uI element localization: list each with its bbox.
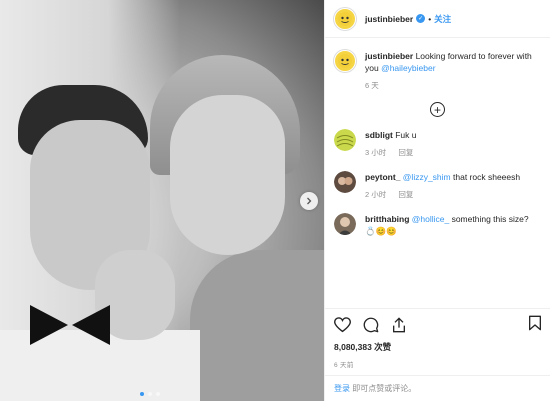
commenter-avatar[interactable] xyxy=(334,213,356,235)
comment-username[interactable]: peytont_ xyxy=(365,172,400,182)
author-avatar[interactable] xyxy=(334,7,356,30)
commenter-avatar-icon xyxy=(334,213,356,235)
post-side-panel: justinbieber ✓ • 关注 justinbieber Looking… xyxy=(324,0,550,401)
action-icons xyxy=(334,313,542,337)
caption-mention[interactable]: @haileybieber xyxy=(381,63,435,73)
caption-username[interactable]: justinbieber xyxy=(365,51,413,61)
bookmark-icon[interactable] xyxy=(528,315,542,331)
carousel-dot-active xyxy=(140,392,144,396)
reply-button[interactable]: 回复 xyxy=(398,148,413,157)
post-actions: 8,080,383 次赞 6 天前 xyxy=(325,308,550,369)
post-photo[interactable] xyxy=(0,0,324,401)
header-separator: • xyxy=(428,13,432,24)
verified-badge-icon: ✓ xyxy=(416,14,426,23)
comment-age[interactable]: 3 小时 xyxy=(365,148,386,157)
post-header: justinbieber ✓ • 关注 xyxy=(325,0,550,38)
commenter-avatar[interactable] xyxy=(334,171,356,193)
share-icon[interactable] xyxy=(391,317,407,333)
follow-button[interactable]: 关注 xyxy=(434,13,451,25)
login-prompt-text: 即可点赞或评论。 xyxy=(352,384,417,393)
caption-body: justinbieber Looking forward to forever … xyxy=(365,50,541,92)
author-avatar-icon xyxy=(338,11,352,26)
photo-shoulder xyxy=(190,250,324,401)
plus-circle-icon: + xyxy=(430,102,445,117)
caption-row: justinbieber Looking forward to forever … xyxy=(334,50,541,92)
login-prompt: 登录 即可点赞或评论。 xyxy=(325,375,550,401)
action-icons-left xyxy=(334,317,407,333)
photo-face-woman xyxy=(170,95,285,255)
chevron-right-icon xyxy=(307,197,312,205)
comment-age[interactable]: 2 小时 xyxy=(365,190,386,199)
commenter-avatar-icon xyxy=(334,171,356,193)
carousel-dot xyxy=(148,392,152,396)
login-link[interactable]: 登录 xyxy=(334,384,350,393)
caption-age[interactable]: 6 天 xyxy=(365,80,541,92)
comment-text: that rock sheeesh xyxy=(450,172,521,182)
comment-meta: 3 小时 回复 xyxy=(365,147,541,159)
post-time[interactable]: 6 天前 xyxy=(334,359,542,369)
like-count[interactable]: 8,080,383 次赞 xyxy=(334,341,542,353)
comment-list: justinbieber Looking forward to forever … xyxy=(325,38,550,237)
carousel-dots xyxy=(140,392,160,396)
caption-avatar[interactable] xyxy=(334,50,356,72)
comment-username[interactable]: sdbligt xyxy=(365,130,393,140)
commenter-avatar-icon xyxy=(334,129,356,151)
comment-text: Fuk u xyxy=(395,130,417,140)
comment-row: sdbligt Fuk u 3 小时 回复 xyxy=(334,129,541,159)
carousel-dot xyxy=(156,392,160,396)
comment-body: peytont_ @lizzy_shim that rock sheeesh 2… xyxy=(365,171,541,201)
heart-icon[interactable] xyxy=(334,317,351,333)
comment-row: peytont_ @lizzy_shim that rock sheeesh 2… xyxy=(334,171,541,201)
photo-bowtie xyxy=(30,305,110,345)
comment-mention[interactable]: @hollice_ xyxy=(412,214,449,224)
caption-avatar-icon xyxy=(338,54,352,68)
comment-username[interactable]: britthabing xyxy=(365,214,409,224)
next-slide-button[interactable] xyxy=(300,192,318,210)
comment-body: sdbligt Fuk u 3 小时 回复 xyxy=(365,129,541,159)
load-more-comments-button[interactable]: + xyxy=(334,102,541,117)
comment-icon[interactable] xyxy=(363,317,379,333)
reply-button[interactable]: 回复 xyxy=(398,190,413,199)
commenter-avatar[interactable] xyxy=(334,129,356,151)
author-username[interactable]: justinbieber xyxy=(365,14,413,24)
comment-row: britthabing @hollice_ something this siz… xyxy=(334,213,541,237)
comment-mention[interactable]: @lizzy_shim xyxy=(403,172,451,182)
comment-meta: 2 小时 回复 xyxy=(365,189,541,201)
comment-body: britthabing @hollice_ something this siz… xyxy=(365,213,541,237)
action-icons-right xyxy=(528,315,542,336)
